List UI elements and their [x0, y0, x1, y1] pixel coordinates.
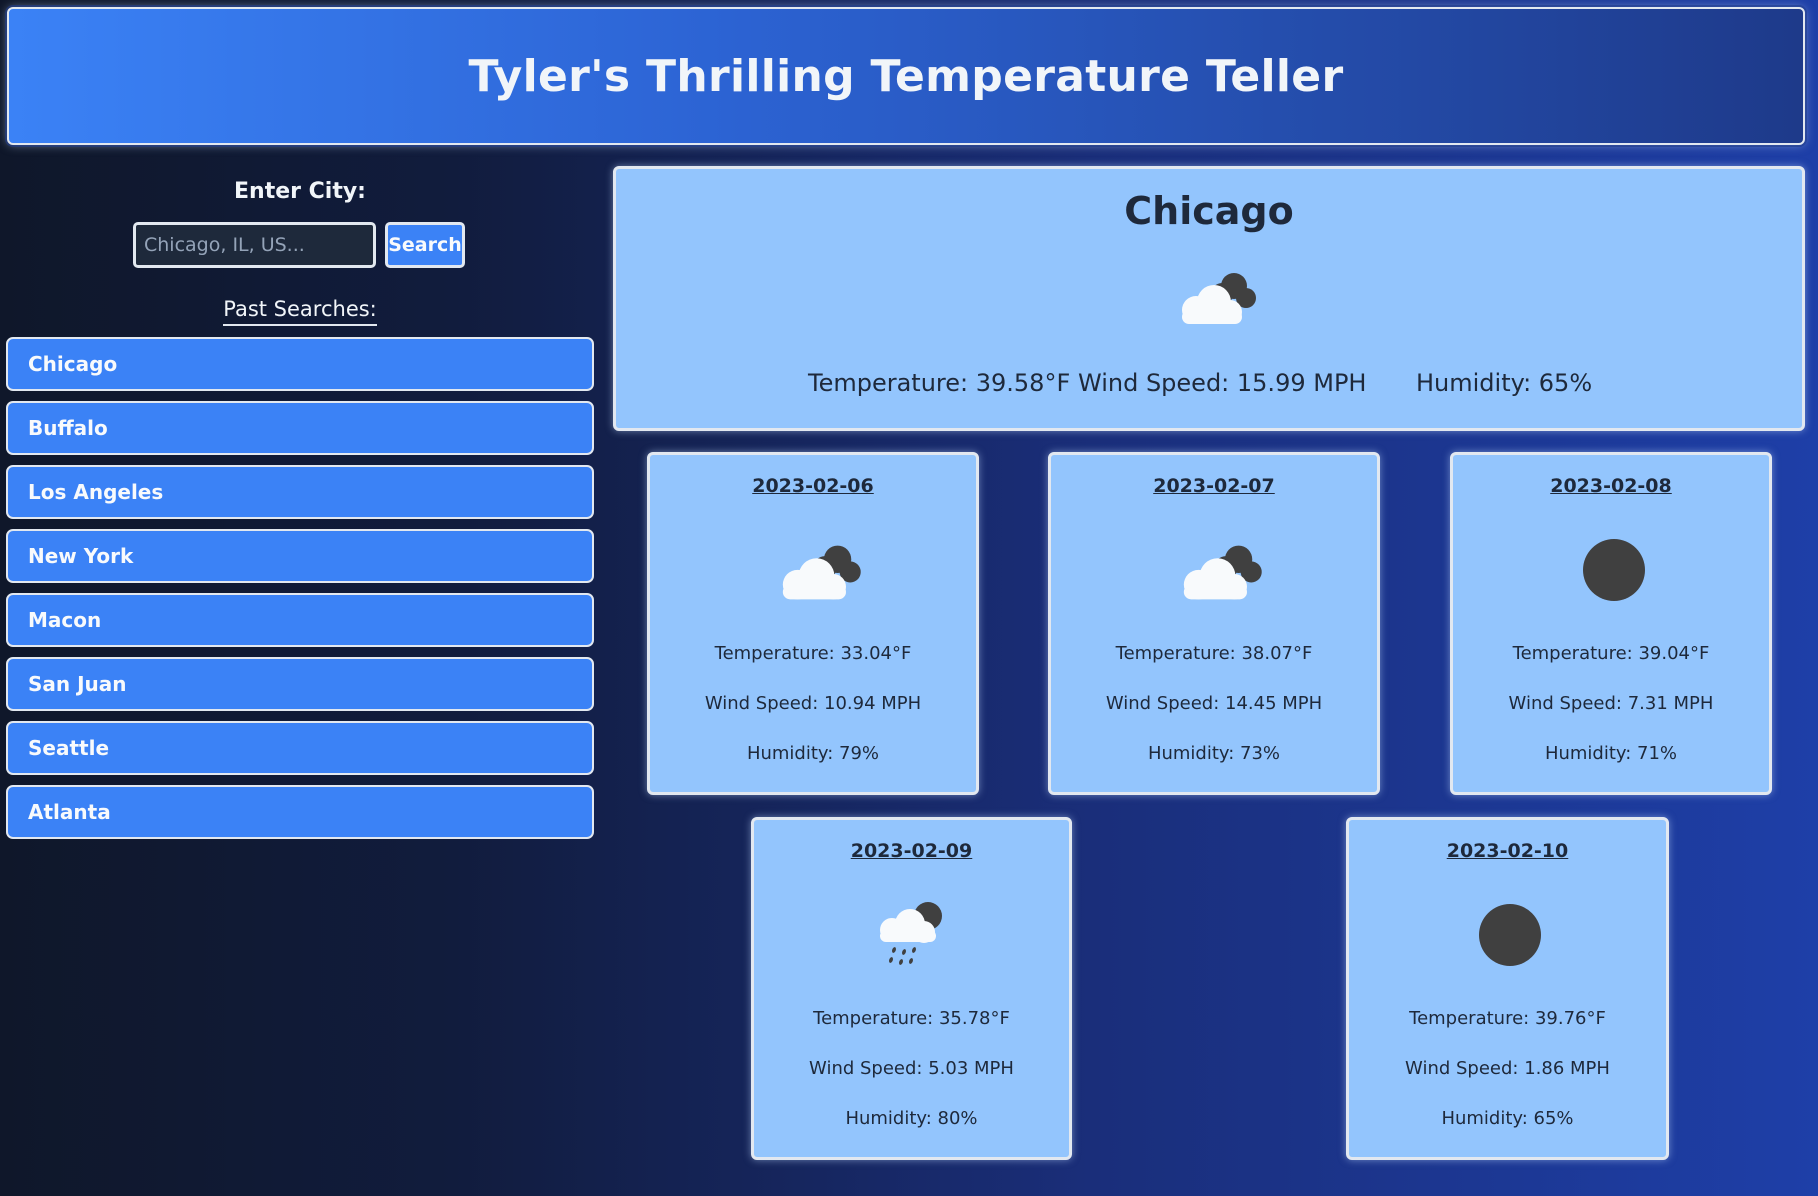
forecast-date: 2023-02-07 [1153, 475, 1275, 497]
forecast-temperature: Temperature: 39.04°F [1512, 643, 1710, 664]
cloudy-icon [782, 545, 861, 600]
forecast-date: 2023-02-06 [752, 475, 874, 497]
past-search-item[interactable]: Buffalo [6, 401, 594, 455]
forecast-temperature: Temperature: 38.07°F [1115, 643, 1313, 664]
forecast-humidity: Humidity: 71% [1544, 743, 1678, 764]
forecast-date: 2023-02-08 [1550, 475, 1672, 497]
past-search-item[interactable]: San Juan [6, 657, 594, 711]
current-city-name: Chicago [1124, 189, 1294, 233]
forecast-card: 2023-02-10 Temperature: 39.76°F Wind Spe… [1346, 817, 1669, 1160]
forecast-temperature: Temperature: 33.04°F [714, 643, 912, 664]
forecast-date: 2023-02-09 [850, 840, 973, 862]
cloudy-icon [1182, 273, 1256, 324]
forecast-humidity: Humidity: 65% [1441, 1108, 1574, 1129]
cloudy-icon [1183, 545, 1262, 600]
past-searches-label: Past Searches: [223, 297, 377, 326]
current-wind-speed: Wind Speed: 15.99 MPH [1078, 369, 1367, 397]
forecast-card: 2023-02-08 Temperature: 39.04°F Wind Spe… [1450, 452, 1772, 795]
current-humidity: Humidity: 65% [1416, 369, 1593, 397]
past-searches-list: Chicago Buffalo Los Angeles New York Mac… [6, 337, 594, 849]
city-search-input[interactable] [133, 222, 376, 268]
enter-city-label: Enter City: [234, 179, 366, 204]
past-search-item[interactable]: Los Angeles [6, 465, 594, 519]
current-weather-panel: Chicago Temperature: 39.58°F Wind Speed:… [613, 166, 1805, 431]
forecast-humidity: Humidity: 80% [845, 1108, 978, 1129]
forecast-temperature: Temperature: 39.76°F [1409, 1008, 1606, 1029]
rain-icon [880, 902, 942, 965]
forecast-wind-speed: Wind Speed: 1.86 MPH [1405, 1058, 1610, 1079]
clear-night-icon [1479, 904, 1541, 966]
forecast-card: 2023-02-06 Temperature: 33.04°F Wind Spe… [647, 452, 979, 795]
past-search-item[interactable]: New York [6, 529, 594, 583]
forecast-card: 2023-02-07 Temperature: 38.07°F Wind Spe… [1048, 452, 1380, 795]
forecast-humidity: Humidity: 73% [1147, 743, 1281, 764]
forecast-wind-speed: Wind Speed: 14.45 MPH [1105, 693, 1323, 714]
app-header: Tyler's Thrilling Temperature Teller [7, 7, 1805, 145]
forecast-wind-speed: Wind Speed: 10.94 MPH [704, 693, 922, 714]
forecast-date: 2023-02-10 [1446, 840, 1569, 862]
past-search-item[interactable]: Atlanta [6, 785, 594, 839]
past-search-item[interactable]: Chicago [6, 337, 594, 391]
forecast-humidity: Humidity: 79% [746, 743, 880, 764]
forecast-wind-speed: Wind Speed: 7.31 MPH [1508, 693, 1714, 714]
forecast-card: 2023-02-09 Temperature: 35.78°F Wind Spe… [751, 817, 1072, 1160]
app-title: Tyler's Thrilling Temperature Teller [468, 50, 1344, 102]
forecast-wind-speed: Wind Speed: 5.03 MPH [809, 1058, 1014, 1079]
search-button[interactable]: Search [385, 222, 465, 268]
current-temperature: Temperature: 39.58°F [808, 369, 1071, 397]
past-searches-heading: Past Searches: [0, 297, 600, 326]
forecast-temperature: Temperature: 35.78°F [813, 1008, 1010, 1029]
clear-night-icon [1583, 539, 1645, 601]
past-search-item[interactable]: Macon [6, 593, 594, 647]
past-search-item[interactable]: Seattle [6, 721, 594, 775]
